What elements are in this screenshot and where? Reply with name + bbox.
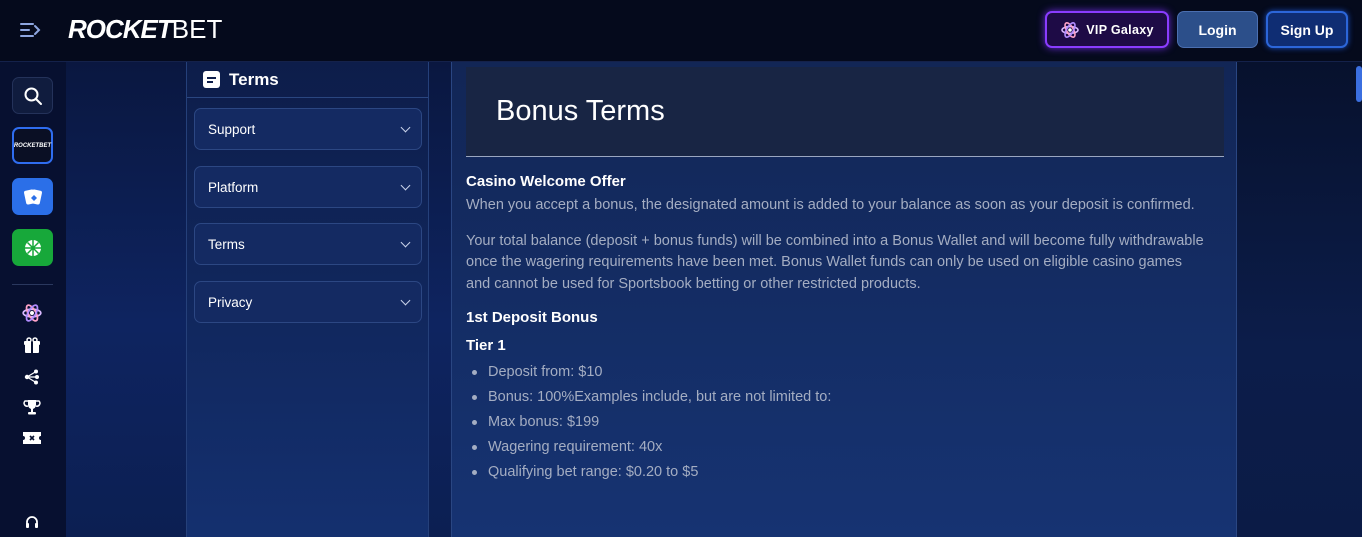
bonus-terms-article: Bonus Terms Casino Welcome Offer When yo… — [451, 62, 1237, 537]
accordion-privacy[interactable]: Privacy — [194, 281, 422, 323]
rail-support-button[interactable] — [21, 512, 43, 534]
article-body: Casino Welcome Offer When you accept a b… — [466, 170, 1206, 485]
top-bar: ROCKETBET VIP Galaxy Login Sign Up — [0, 0, 1362, 62]
tier-title: Tier 1 — [466, 337, 506, 354]
chevron-down-icon — [400, 180, 411, 190]
paragraph: When you accept a bonus, the designated … — [466, 197, 1195, 213]
accordion-label: Support — [208, 121, 256, 137]
document-icon — [203, 71, 220, 88]
vip-galaxy-button[interactable]: VIP Galaxy — [1045, 11, 1169, 48]
list-item: Deposit from: $10 — [466, 360, 1206, 385]
support-icon — [26, 516, 38, 528]
rail-sports-button[interactable] — [12, 229, 53, 266]
list-item: Wagering requirement: 40x — [466, 435, 1206, 460]
accordion-platform[interactable]: Platform — [194, 166, 422, 208]
logo-main: ROCKET — [68, 14, 173, 44]
signup-button[interactable]: Sign Up — [1266, 11, 1348, 48]
top-actions: VIP Galaxy Login Sign Up — [1045, 11, 1348, 48]
accordion-label: Privacy — [208, 294, 253, 310]
list-item: Bonus: 100%Examples include, but are not… — [466, 385, 1206, 410]
atom-icon — [22, 304, 42, 322]
rail-divider — [12, 284, 53, 285]
rail-rocketbet-button[interactable]: ROCKETBET — [12, 127, 53, 164]
page-scrollbar[interactable] — [1356, 66, 1362, 102]
side-panel-title: Terms — [229, 69, 279, 89]
accordion-label: Platform — [208, 179, 259, 195]
rail-casino-button[interactable] — [12, 178, 53, 215]
accordion-label: Terms — [208, 236, 245, 252]
rocketbet-logo[interactable]: ROCKETBET — [68, 14, 222, 45]
vip-galaxy-label: VIP Galaxy — [1086, 22, 1154, 37]
rail-search-button[interactable] — [12, 77, 53, 114]
article-title: Bonus Terms — [496, 95, 665, 127]
menu-collapse-icon — [20, 23, 41, 37]
atom-icon — [1061, 21, 1080, 38]
left-rail: ROCKETBET — [0, 62, 66, 537]
network-icon — [24, 369, 39, 385]
chevron-down-icon — [400, 237, 411, 247]
chevron-down-icon — [400, 295, 411, 305]
rail-vip-button[interactable] — [21, 302, 43, 324]
tier-list: Deposit from: $10 Bonus: 100%Examples in… — [466, 360, 1206, 485]
menu-toggle-button[interactable] — [18, 20, 42, 40]
login-button[interactable]: Login — [1177, 11, 1258, 48]
list-item: Qualifying bet range: $0.20 to $5 — [466, 460, 1206, 485]
section-title: Casino Welcome Offer — [466, 173, 626, 190]
trophy-icon — [23, 400, 41, 415]
cards-icon — [23, 188, 42, 205]
subsection-title: 1st Deposit Bonus — [466, 309, 598, 326]
chevron-down-icon — [400, 122, 411, 132]
rail-promotions-button[interactable] — [21, 335, 43, 357]
sports-icon — [24, 239, 41, 256]
accordion-terms[interactable]: Terms — [194, 223, 422, 265]
terms-side-panel: Terms Support Platform Terms Privacy — [186, 62, 429, 537]
article-header: Bonus Terms — [466, 67, 1224, 157]
gift-icon — [24, 337, 40, 353]
search-icon — [24, 87, 42, 105]
logo-suffix: BET — [171, 14, 223, 44]
page-background-right — [1237, 62, 1362, 537]
rail-tournaments-button[interactable] — [21, 396, 43, 418]
list-item: Max bonus: $199 — [466, 410, 1206, 435]
side-panel-header: Terms — [187, 62, 428, 98]
rail-affiliate-button[interactable] — [21, 366, 43, 388]
paragraph: Your total balance (deposit + bonus fund… — [466, 232, 1204, 292]
rail-tickets-button[interactable] — [21, 427, 43, 449]
ticket-icon — [23, 432, 41, 444]
rocketbet-logo-icon: ROCKETBET — [13, 142, 52, 149]
accordion-support[interactable]: Support — [194, 108, 422, 150]
